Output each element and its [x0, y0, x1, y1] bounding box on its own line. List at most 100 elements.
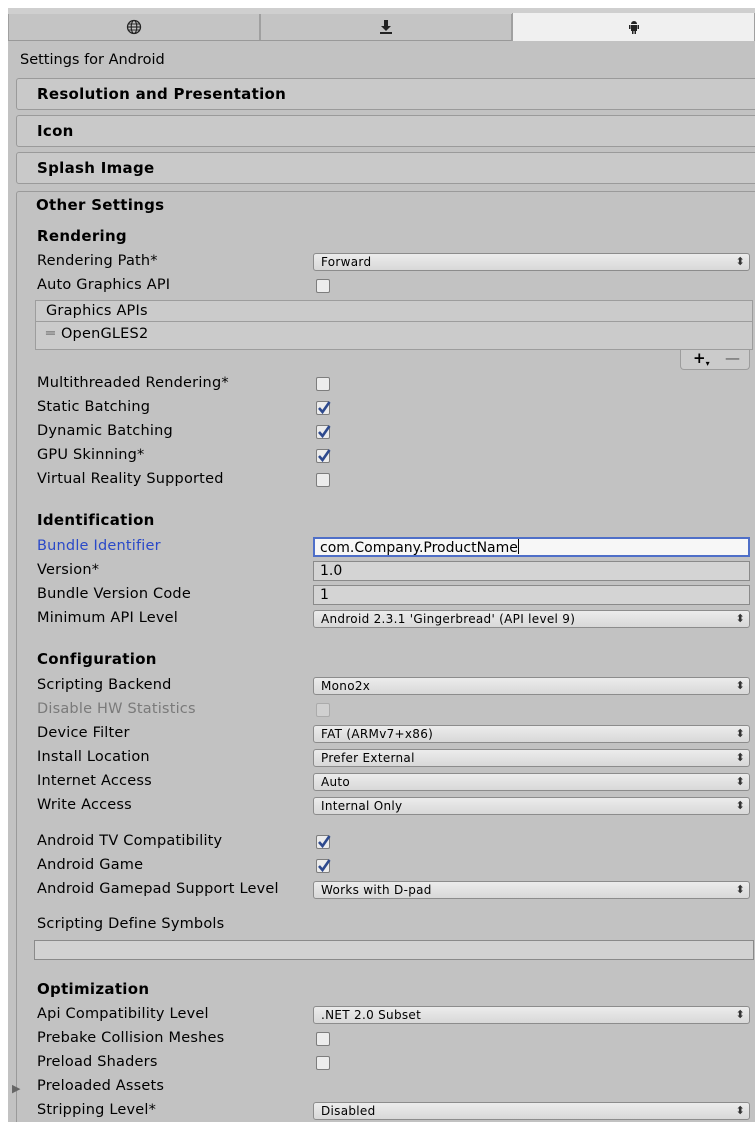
gamepad-support-label: Android Gamepad Support Level: [37, 881, 279, 897]
device-filter-label: Device Filter: [37, 725, 130, 741]
dropdown-arrow-icon: ⬍: [735, 679, 745, 692]
device-filter-value: FAT (ARMv7+x86): [321, 727, 434, 741]
bundle-identifier-label: Bundle Identifier: [37, 538, 161, 554]
optimization-header: Optimization: [37, 980, 150, 998]
rendering-path-label: Rendering Path*: [37, 253, 158, 269]
static-batching-checkbox[interactable]: [316, 401, 331, 415]
tab-webgl[interactable]: [260, 14, 512, 40]
rendering-path-value: Forward: [321, 255, 372, 269]
scripting-define-symbols-label: Scripting Define Symbols: [37, 916, 225, 932]
disable-hw-statistics-label: Disable HW Statistics: [37, 701, 196, 717]
android-game-label: Android Game: [37, 857, 144, 873]
settings-title: Settings for Android: [20, 52, 165, 68]
text-caret: [517, 539, 519, 554]
rendering-header: Rendering: [37, 227, 127, 245]
scripting-backend-label: Scripting Backend: [37, 677, 172, 693]
vr-supported-checkbox[interactable]: [316, 473, 330, 487]
minimum-api-level-dropdown[interactable]: Android 2.3.1 'Gingerbread' (API level 9…: [313, 610, 750, 628]
minus-icon: —: [725, 349, 740, 367]
internet-access-value: Auto: [321, 775, 351, 789]
checkmark-icon: [318, 859, 331, 873]
bundle-identifier-value: com.Company.ProductName: [320, 540, 518, 556]
checkmark-icon: [318, 835, 331, 849]
stripping-level-dropdown[interactable]: Disabled ⬍: [313, 1102, 750, 1120]
multithreaded-rendering-label: Multithreaded Rendering*: [37, 375, 229, 391]
section-icon[interactable]: Icon: [16, 115, 755, 147]
foldout-arrow-icon[interactable]: ▶: [12, 1082, 20, 1095]
scripting-define-symbols-field[interactable]: [34, 940, 754, 960]
dropdown-arrow-icon: ⬍: [735, 255, 745, 268]
version-label: Version*: [37, 562, 100, 578]
tab-android[interactable]: [512, 13, 755, 41]
add-api-button[interactable]: +▾: [693, 349, 710, 373]
device-filter-dropdown[interactable]: FAT (ARMv7+x86) ⬍: [313, 725, 750, 743]
install-location-dropdown[interactable]: Prefer External ⬍: [313, 749, 750, 767]
auto-graphics-api-checkbox[interactable]: [316, 279, 330, 293]
section-resolution-presentation[interactable]: Resolution and Presentation: [16, 78, 755, 110]
identification-header: Identification: [37, 511, 155, 529]
scripting-backend-dropdown[interactable]: Mono2x ⬍: [313, 677, 750, 695]
graphics-api-item-label: OpenGLES2: [60, 326, 149, 342]
preloaded-assets-label[interactable]: Preloaded Assets: [37, 1078, 164, 1094]
gamepad-support-dropdown[interactable]: Works with D-pad ⬍: [313, 881, 750, 899]
preload-shaders-label: Preload Shaders: [37, 1054, 158, 1070]
bundle-identifier-field[interactable]: com.Company.ProductName: [313, 537, 750, 557]
tab-standalone[interactable]: [8, 14, 260, 40]
dynamic-batching-checkbox[interactable]: [316, 425, 331, 439]
auto-graphics-api-label: Auto Graphics API: [37, 277, 171, 293]
write-access-dropdown[interactable]: Internal Only ⬍: [313, 797, 750, 815]
gamepad-support-value: Works with D-pad: [321, 883, 432, 897]
dropdown-arrow-icon: ⬍: [735, 727, 745, 740]
list-item[interactable]: ═ OpenGLES2: [46, 326, 148, 342]
bundle-version-code-label: Bundle Version Code: [37, 586, 191, 602]
vr-supported-label: Virtual Reality Supported: [37, 471, 224, 487]
android-game-checkbox[interactable]: [316, 859, 331, 873]
android-tv-compatibility-label: Android TV Compatibility: [37, 833, 223, 849]
minimum-api-level-label: Minimum API Level: [37, 610, 179, 626]
checkmark-icon: [318, 401, 331, 415]
scripting-backend-value: Mono2x: [321, 679, 371, 693]
internet-access-dropdown[interactable]: Auto ⬍: [313, 773, 750, 791]
rendering-path-dropdown[interactable]: Forward ⬍: [313, 253, 750, 271]
multithreaded-rendering-checkbox[interactable]: [316, 377, 330, 391]
plus-icon: +: [693, 349, 706, 367]
dropdown-arrow-icon: ⬍: [735, 799, 745, 812]
platform-tabs: [8, 8, 755, 41]
stripping-level-label: Stripping Level*: [37, 1102, 157, 1118]
dropdown-arrow-icon: ⬍: [735, 1008, 745, 1021]
graphics-apis-header: Graphics APIs: [35, 300, 753, 322]
graphics-apis-footer: +▾ —: [680, 349, 750, 373]
configuration-header: Configuration: [37, 650, 157, 668]
api-compatibility-dropdown[interactable]: .NET 2.0 Subset ⬍: [313, 1006, 750, 1024]
player-settings-inspector: Settings for Android Resolution and Pres…: [8, 8, 755, 1122]
prebake-collision-label: Prebake Collision Meshes: [37, 1030, 225, 1046]
internet-access-label: Internet Access: [37, 773, 152, 789]
write-access-label: Write Access: [37, 797, 132, 813]
android-tv-compatibility-checkbox[interactable]: [316, 835, 331, 849]
section-splash-image[interactable]: Splash Image: [16, 152, 755, 184]
static-batching-label: Static Batching: [37, 399, 151, 415]
drag-handle-icon[interactable]: ═: [46, 326, 55, 342]
version-field[interactable]: 1.0: [313, 561, 750, 581]
prebake-collision-checkbox[interactable]: [316, 1032, 330, 1046]
dropdown-arrow-icon: ⬍: [735, 612, 745, 625]
stripping-level-value: Disabled: [321, 1104, 376, 1118]
disable-hw-statistics-checkbox: [316, 703, 330, 717]
android-icon: [628, 20, 640, 34]
remove-api-button[interactable]: —: [725, 349, 740, 367]
api-compatibility-label: Api Compatibility Level: [37, 1006, 209, 1022]
dynamic-batching-label: Dynamic Batching: [37, 423, 173, 439]
download-icon: [380, 20, 392, 34]
section-other-settings-title[interactable]: Other Settings: [36, 196, 164, 214]
gpu-skinning-label: GPU Skinning*: [37, 447, 145, 463]
preload-shaders-checkbox[interactable]: [316, 1056, 330, 1070]
globe-icon: [126, 19, 142, 35]
gpu-skinning-checkbox[interactable]: [316, 449, 331, 463]
checkmark-icon: [318, 425, 331, 439]
dropdown-arrow-icon: ⬍: [735, 751, 745, 764]
bundle-version-code-field[interactable]: 1: [313, 585, 750, 605]
api-compatibility-value: .NET 2.0 Subset: [321, 1008, 422, 1022]
dropdown-arrow-icon: ⬍: [735, 883, 745, 896]
install-location-label: Install Location: [37, 749, 150, 765]
install-location-value: Prefer External: [321, 751, 415, 765]
